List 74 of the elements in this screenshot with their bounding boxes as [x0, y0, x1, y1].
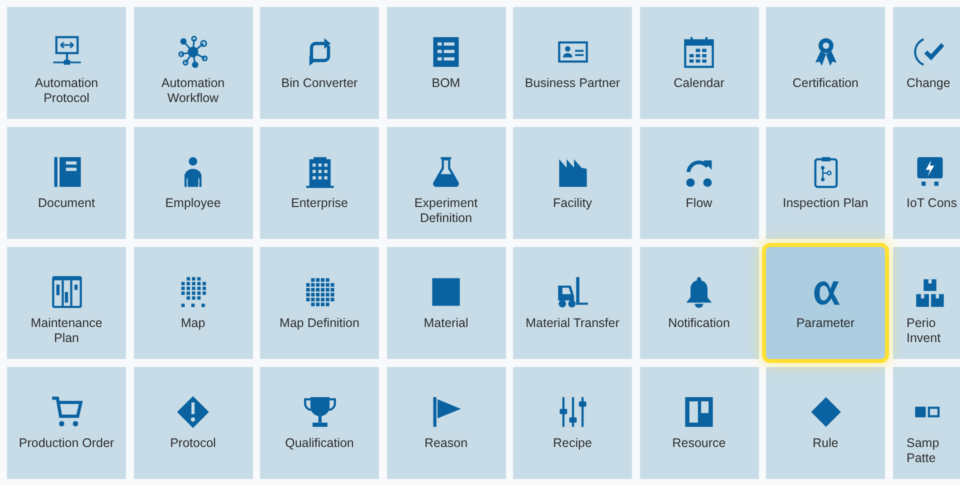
tile-label: Flow	[686, 196, 712, 211]
tile-label: Qualification	[285, 436, 354, 451]
module-tile[interactable]: Protocol	[134, 367, 252, 479]
tile-label: Employee	[165, 196, 221, 211]
tile-label: Business Partner	[524, 76, 620, 91]
tile-label: Rule	[812, 436, 838, 451]
module-tile[interactable]: Perio Invent	[892, 247, 960, 359]
calendar-icon	[682, 35, 716, 69]
tile-label: Production Order	[18, 436, 114, 451]
module-tile[interactable]: Parameter	[766, 247, 885, 359]
module-tile[interactable]: Facility	[513, 127, 632, 239]
tile-label: Maintenance Plan	[30, 316, 104, 346]
module-tile[interactable]: Resource	[640, 367, 758, 479]
module-tile[interactable]: IoT Cons	[892, 127, 960, 239]
tile-label: Experiment Definition	[413, 196, 479, 226]
tile-label: Map Definition	[280, 316, 360, 331]
cart-icon	[50, 395, 84, 429]
tile-label: Calendar	[674, 76, 724, 91]
tile-label: Samp Patte	[906, 436, 940, 466]
module-tile[interactable]: Recipe	[513, 367, 632, 479]
module-tile[interactable]: Experiment Definition	[386, 127, 506, 239]
tile-label: BOM	[432, 76, 460, 91]
tile-label: IoT Cons	[906, 196, 957, 211]
module-tile[interactable]: Reason	[386, 367, 506, 479]
tile-label: Map	[180, 316, 206, 331]
tile-label: Automation Workflow	[160, 76, 226, 106]
tile-label: Inspection Plan	[782, 196, 868, 211]
module-tile[interactable]: Employee	[134, 127, 252, 239]
module-tile[interactable]: BOM	[386, 7, 506, 119]
tile-label: Parameter	[796, 316, 855, 331]
module-tile[interactable]: Production Order	[7, 367, 126, 479]
trophy-icon	[302, 395, 336, 429]
module-tile[interactable]: Automation Workflow	[134, 7, 252, 119]
tile-label: Notification	[668, 316, 730, 331]
tile-label: Material	[424, 316, 468, 331]
warning-diamond-icon	[176, 395, 210, 429]
tile-label: Material Transfer	[526, 316, 620, 331]
module-tile[interactable]: Enterprise	[260, 127, 379, 239]
tile-label: Enterprise	[291, 196, 348, 211]
module-tile[interactable]: Change	[892, 7, 960, 119]
module-tile[interactable]: Samp Patte	[892, 367, 960, 479]
module-tile[interactable]: Map	[134, 247, 252, 359]
tile-label: Reason	[424, 436, 468, 451]
module-tile[interactable]: Document	[7, 127, 126, 239]
tile-label: Certification	[792, 76, 858, 91]
network-nodes-icon	[176, 35, 210, 69]
module-tile[interactable]: Calendar	[640, 7, 758, 119]
tile-label: Bin Converter	[281, 76, 358, 91]
tile-label: Recipe	[553, 436, 592, 451]
module-tile[interactable]: Maintenance Plan	[7, 247, 126, 359]
tile-label: Resource	[672, 436, 726, 451]
module-tile[interactable]: Automation Protocol	[7, 7, 126, 119]
module-tile[interactable]: Flow	[640, 127, 758, 239]
diamond-icon	[808, 395, 842, 429]
tile-label: Perio Invent	[906, 316, 942, 346]
module-tile[interactable]: Material Transfer	[513, 247, 632, 359]
module-tile[interactable]: Inspection Plan	[766, 127, 885, 239]
module-tile[interactable]: Bin Converter	[260, 7, 379, 119]
module-tile[interactable]: Certification	[766, 7, 885, 119]
tile-label: Facility	[553, 196, 592, 211]
module-tile[interactable]: Rule	[766, 367, 885, 479]
module-tile[interactable]: Notification	[640, 247, 758, 359]
forklift-icon	[556, 275, 590, 309]
module-tile[interactable]: Map Definition	[260, 247, 379, 359]
module-tile[interactable]: Material	[386, 247, 506, 359]
module-tile[interactable]: Business Partner	[513, 7, 632, 119]
module-tile[interactable]: Qualification	[260, 367, 379, 479]
tile-label: Automation Protocol	[34, 76, 100, 106]
board-icon	[50, 275, 84, 309]
tile-label: Change	[906, 76, 950, 91]
tile-label: Protocol	[170, 436, 216, 451]
tile-label: Document	[38, 196, 95, 211]
square-icon	[429, 275, 463, 309]
board-icon	[682, 395, 716, 429]
